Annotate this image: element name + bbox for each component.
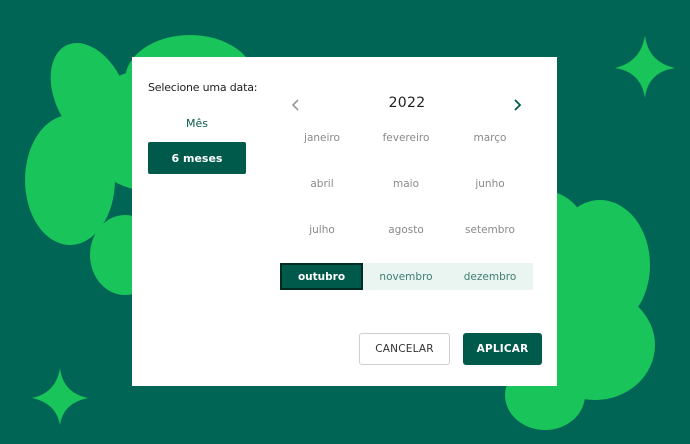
sparkle-icon [615, 35, 675, 98]
period-6-months-option[interactable]: 6 meses [148, 142, 246, 174]
month-dezembro[interactable]: dezembro [448, 263, 532, 290]
month-junho[interactable]: junho [448, 171, 532, 197]
date-picker-dialog: Selecione uma data: Mês 6 meses 2022 jan… [132, 57, 557, 386]
chevron-right-icon [514, 99, 522, 111]
apply-button[interactable]: APLICAR [463, 333, 542, 365]
month-abril[interactable]: abril [280, 171, 364, 197]
period-month-option[interactable]: Mês [148, 112, 246, 134]
cancel-button[interactable]: CANCELAR [359, 333, 450, 365]
chevron-left-icon [291, 99, 299, 111]
month-julho[interactable]: julho [280, 217, 364, 243]
month-janeiro[interactable]: janeiro [280, 125, 364, 151]
month-fevereiro[interactable]: fevereiro [364, 125, 448, 151]
month-maio[interactable]: maio [364, 171, 448, 197]
previous-year-button[interactable] [288, 96, 304, 114]
month-setembro[interactable]: setembro [448, 217, 532, 243]
sparkle-icon [32, 368, 88, 425]
month-novembro[interactable]: novembro [364, 263, 448, 290]
month-marco[interactable]: março [448, 125, 532, 151]
month-agosto[interactable]: agosto [364, 217, 448, 243]
picker-prompt: Selecione uma data: [148, 81, 258, 94]
month-outubro[interactable]: outubro [280, 263, 363, 290]
year-label: 2022 [388, 95, 426, 111]
next-year-button[interactable] [509, 96, 525, 114]
